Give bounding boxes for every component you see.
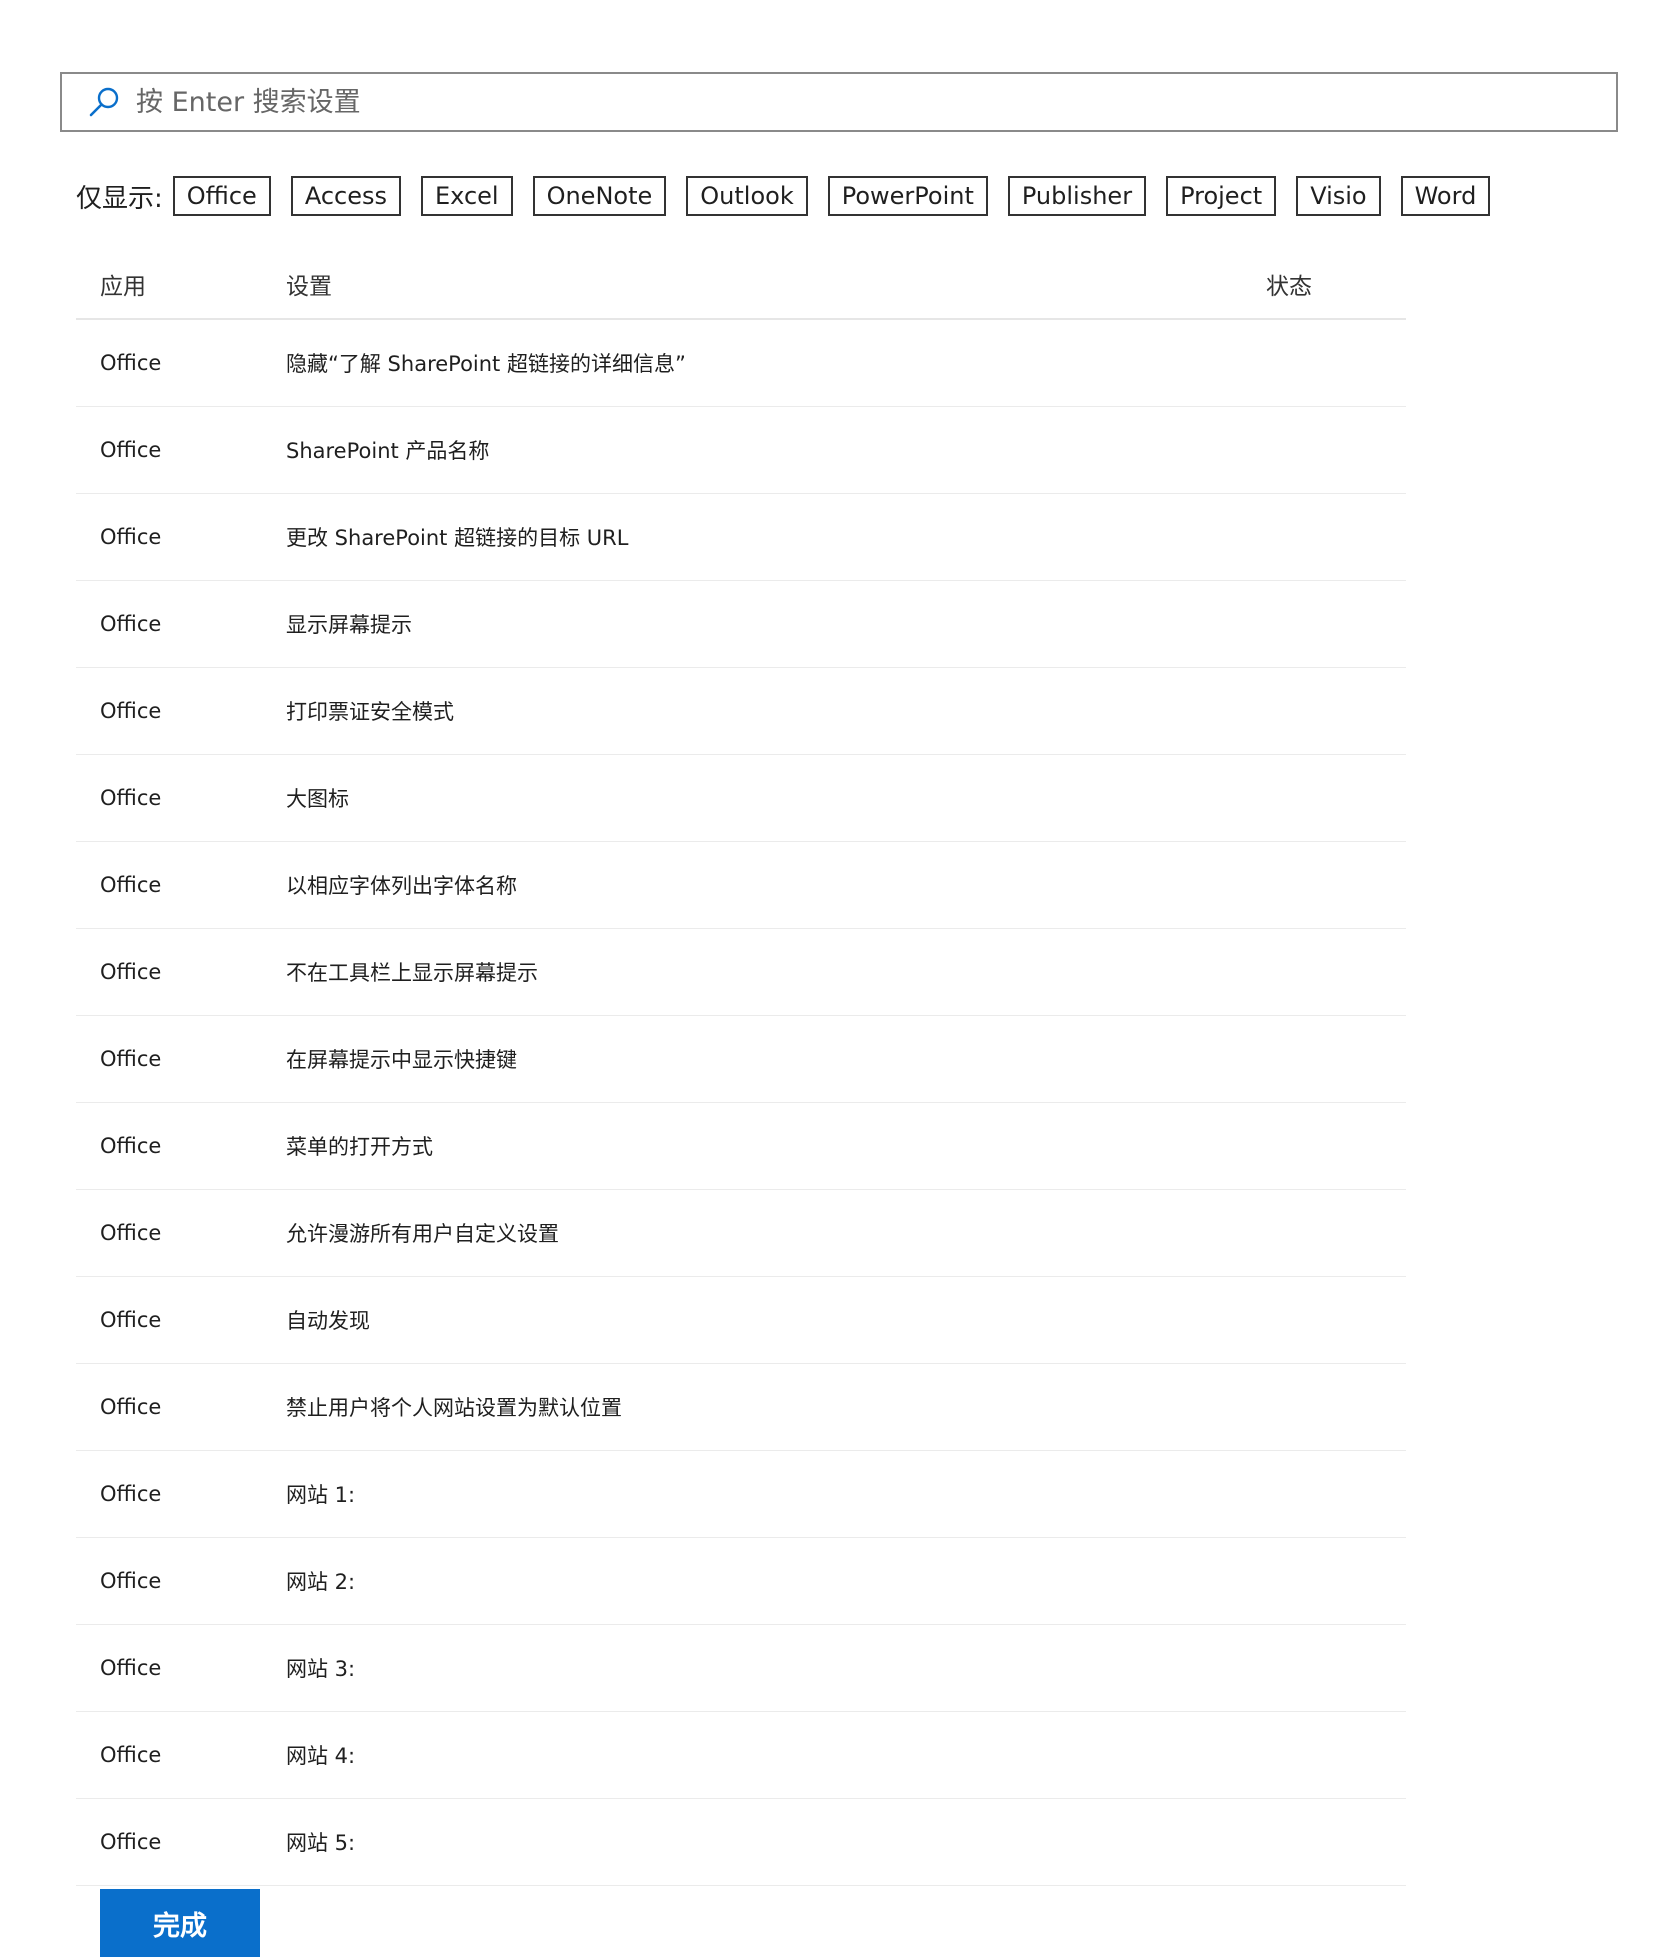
search-icon [84,82,124,122]
filter-label: 仅显示: [76,183,163,214]
table-row[interactable]: Office 菜单的打开方式 [76,1103,1406,1190]
row-setting-link[interactable]: 菜单的打开方式 [286,1131,1266,1161]
done-button[interactable]: 完成 [100,1889,260,1957]
row-app: Office [100,1395,162,1419]
row-app: Office [100,525,162,549]
row-app: Office [100,351,162,375]
row-setting-link[interactable]: 不在工具栏上显示屏幕提示 [286,957,1266,987]
filter-project-button[interactable]: Project [1166,176,1277,216]
table-row[interactable]: Office 网站 1: [76,1451,1406,1538]
row-setting-link[interactable]: 禁止用户将个人网站设置为默认位置 [286,1392,1266,1422]
table-row[interactable]: Office 网站 4: [76,1712,1406,1799]
filter-publisher-button[interactable]: Publisher [1007,176,1147,216]
row-app: Office [100,438,162,462]
column-header-app[interactable]: 应用 [76,267,286,301]
row-setting-link[interactable]: 网站 5: [286,1827,1266,1857]
row-setting-link[interactable]: 网站 1: [286,1479,1266,1509]
table-row[interactable]: Office 禁止用户将个人网站设置为默认位置 [76,1364,1406,1451]
table-row[interactable]: Office 显示屏幕提示 [76,581,1406,668]
table-row[interactable]: Office 打印票证安全模式 [76,668,1406,755]
row-setting-link[interactable]: 更改 SharePoint 超链接的目标 URL [286,522,1266,552]
row-app: Office [100,612,162,636]
table-row[interactable]: Office 网站 3: [76,1625,1406,1712]
row-app: Office [100,1743,162,1767]
row-app: Office [100,1221,162,1245]
table-row[interactable]: Office SharePoint 产品名称 [76,407,1406,494]
row-setting-link[interactable]: 网站 3: [286,1653,1266,1683]
filter-outlook-button[interactable]: Outlook [686,176,808,216]
row-app: Office [100,960,162,984]
row-app: Office [100,1308,162,1332]
table-row[interactable]: Office 以相应字体列出字体名称 [76,842,1406,929]
row-setting-link[interactable]: 网站 4: [286,1740,1266,1770]
table-row[interactable]: Office 网站 2: [76,1538,1406,1625]
row-app: Office [100,699,162,723]
table-header: 应用 设置 状态 [76,250,1406,320]
row-setting-link[interactable]: 隐藏“了解 SharePoint 超链接的详细信息” [286,348,1266,378]
filter-word-button[interactable]: Word [1400,176,1491,216]
filter-office-button[interactable]: Office [172,176,271,216]
filter-access-button[interactable]: Access [290,176,401,216]
row-setting-link[interactable]: 网站 2: [286,1566,1266,1596]
filter-bar: 仅显示: Office Access Excel OneNote Outlook… [76,175,1510,217]
table-row[interactable]: Office 隐藏“了解 SharePoint 超链接的详细信息” [76,320,1406,407]
column-header-setting[interactable]: 设置 [286,267,1266,301]
row-app: Office [100,873,162,897]
row-setting-link[interactable]: 打印票证安全模式 [286,696,1266,726]
settings-table: 应用 设置 状态 Office 隐藏“了解 SharePoint 超链接的详细信… [76,250,1406,1886]
row-setting-link[interactable]: 显示屏幕提示 [286,609,1266,639]
row-setting-link[interactable]: 允许漫游所有用户自定义设置 [286,1218,1266,1248]
column-header-status[interactable]: 状态 [1266,267,1406,301]
search-box[interactable] [60,72,1618,132]
row-app: Office [100,1482,162,1506]
table-row[interactable]: Office 在屏幕提示中显示快捷键 [76,1016,1406,1103]
row-app: Office [100,1569,162,1593]
filter-visio-button[interactable]: Visio [1296,176,1381,216]
row-setting-link[interactable]: 大图标 [286,783,1266,813]
table-row[interactable]: Office 自动发现 [76,1277,1406,1364]
row-app: Office [100,1830,162,1854]
row-app: Office [100,1134,162,1158]
table-row[interactable]: Office 不在工具栏上显示屏幕提示 [76,929,1406,1016]
row-setting-link[interactable]: SharePoint 产品名称 [286,435,1266,465]
search-input[interactable] [136,74,1616,130]
table-row[interactable]: Office 大图标 [76,755,1406,842]
table-row[interactable]: Office 允许漫游所有用户自定义设置 [76,1190,1406,1277]
row-app: Office [100,1656,162,1680]
row-setting-link[interactable]: 以相应字体列出字体名称 [286,870,1266,900]
table-row[interactable]: Office 网站 5: [76,1799,1406,1886]
row-setting-link[interactable]: 在屏幕提示中显示快捷键 [286,1044,1266,1074]
filter-powerpoint-button[interactable]: PowerPoint [827,176,988,216]
filter-onenote-button[interactable]: OneNote [532,176,667,216]
row-setting-link[interactable]: 自动发现 [286,1305,1266,1335]
row-app: Office [100,1047,162,1071]
table-row[interactable]: Office 更改 SharePoint 超链接的目标 URL [76,494,1406,581]
row-app: Office [100,786,162,810]
filter-excel-button[interactable]: Excel [421,176,513,216]
